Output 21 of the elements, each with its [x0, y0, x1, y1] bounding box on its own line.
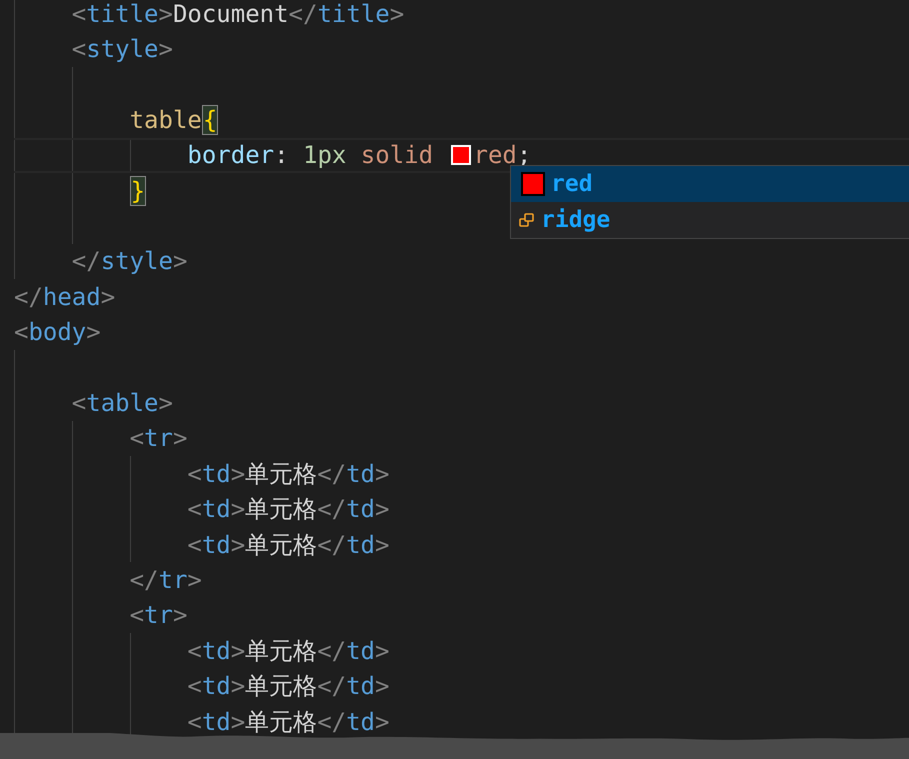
code-text: </style> [72, 246, 188, 278]
code-text: <td>单元格</td> [187, 458, 390, 490]
code-text: <td>单元格</td> [187, 706, 390, 738]
code-text: <td>单元格</td> [187, 671, 390, 702]
code-text: <tr> [130, 600, 188, 632]
suggestion-item[interactable]: red [511, 166, 909, 202]
code-text: <body> [14, 317, 101, 348]
code-text: <td>单元格</td> [187, 530, 390, 561]
code-text: <title>Document</title> [72, 0, 404, 30]
code-text: <style> [72, 34, 173, 66]
code-text: </tr> [130, 564, 202, 596]
code-text: border: 1px solid [187, 140, 434, 172]
code-text: } [130, 174, 146, 208]
code-text: table{ [130, 104, 218, 137]
code-text: <td>单元格</td> [187, 636, 390, 667]
code-text: </head> [14, 282, 116, 313]
code-text: <tr> [130, 423, 188, 454]
enum-icon [519, 212, 535, 228]
code-text: <table> [72, 388, 173, 419]
suggestion-item[interactable]: ridge [511, 202, 909, 238]
code-text: <td>单元格</td> [187, 494, 390, 526]
